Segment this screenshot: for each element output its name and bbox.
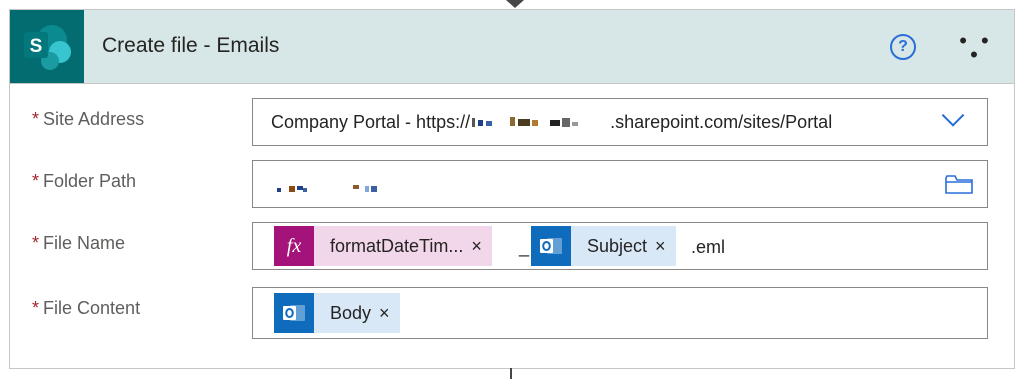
action-card: S Create file - Emails ? • • • * Site Add… (9, 9, 1015, 369)
token-label: Subject (587, 235, 648, 256)
dynamic-content-token[interactable]: Subject × (531, 226, 676, 266)
outlook-icon (274, 293, 314, 333)
required-marker: * (32, 109, 40, 129)
redacted-text (271, 178, 391, 199)
expression-icon: fx (274, 226, 314, 266)
folder-path-label: * Folder Path (32, 171, 137, 191)
expression-token[interactable]: fx formatDateTim... × (274, 226, 492, 266)
outlook-icon (531, 226, 571, 266)
site-address-value: Company Portal - https://.sharepoint.com… (271, 112, 833, 134)
folder-path-input[interactable] (252, 160, 988, 208)
connector-line-bottom (510, 368, 512, 379)
help-icon[interactable]: ? (890, 34, 916, 60)
sharepoint-icon: S (10, 10, 84, 83)
token-label: Body (330, 302, 372, 323)
action-title: Create file - Emails (102, 34, 280, 57)
more-options-icon[interactable]: • • • (954, 30, 998, 66)
file-extension-text: .eml (691, 237, 726, 257)
file-content-input[interactable]: Body × (252, 287, 988, 339)
connector-arrow-top (506, 0, 524, 8)
file-content-label: * File Content (32, 298, 141, 318)
separator-text: _ (519, 237, 530, 257)
remove-token-icon[interactable]: × (655, 236, 676, 257)
required-marker: * (32, 298, 40, 318)
chevron-down-icon[interactable] (941, 104, 965, 127)
svg-text:S: S (30, 36, 43, 57)
folder-icon[interactable] (945, 174, 973, 199)
dynamic-content-token[interactable]: Body × (274, 293, 400, 333)
remove-token-icon[interactable]: × (379, 303, 400, 324)
file-name-input[interactable]: fx formatDateTim... × _ Subject × .eml (252, 222, 988, 270)
site-address-dropdown[interactable]: Company Portal - https://.sharepoint.com… (252, 98, 988, 146)
file-name-label: * File Name (32, 233, 126, 253)
remove-token-icon[interactable]: × (471, 236, 492, 257)
required-marker: * (32, 171, 40, 191)
action-header[interactable]: S Create file - Emails ? • • • (10, 10, 1014, 84)
token-label: formatDateTim... (330, 235, 464, 256)
required-marker: * (32, 233, 40, 253)
site-address-label: * Site Address (32, 109, 145, 129)
folder-path-value (271, 177, 391, 199)
redacted-text (470, 113, 610, 134)
